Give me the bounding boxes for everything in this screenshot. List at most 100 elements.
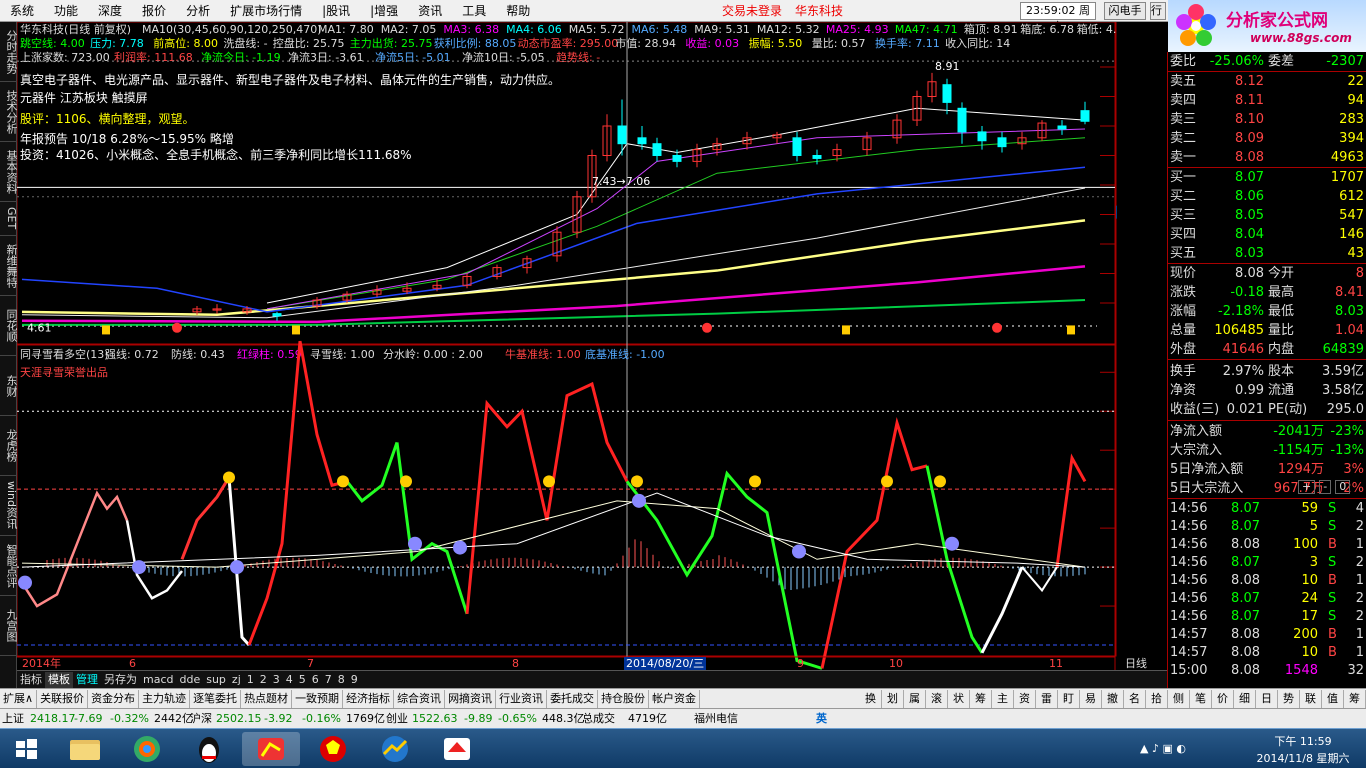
bottom-button-5[interactable]: 热点题材 <box>241 689 293 708</box>
bottom-icon-0[interactable]: 换 <box>860 689 882 708</box>
menu-item-3[interactable]: 报价 <box>132 0 176 22</box>
ticker-item-5: 沪深 <box>190 712 212 725</box>
bottom-icon-1[interactable]: 划 <box>882 689 904 708</box>
flash-trade-button[interactable]: 闪电手 <box>1104 2 1146 20</box>
indicator-tab-4[interactable]: macd <box>140 672 177 688</box>
tray-time[interactable]: 下午 11:59 <box>1240 733 1366 749</box>
bottom-icon-8[interactable]: 雷 <box>1036 689 1058 708</box>
indicator-tab-14[interactable]: 7 <box>322 672 335 688</box>
menu-item-7[interactable]: |增强 <box>360 0 408 22</box>
menu-item-2[interactable]: 深度 <box>88 0 132 22</box>
left-tab-1[interactable]: 技术分析 <box>0 82 17 142</box>
indicator-tab-10[interactable]: 3 <box>270 672 283 688</box>
left-tab-0[interactable]: 分时走势 <box>0 22 17 82</box>
panel-tab-7[interactable]: 筹 <box>1344 689 1366 708</box>
left-tab-3[interactable]: GET <box>0 202 17 236</box>
menu-item-1[interactable]: 功能 <box>44 0 88 22</box>
tick-nav-2[interactable]: 0 <box>1335 480 1351 494</box>
menu-item-8[interactable]: 资讯 <box>408 0 452 22</box>
tray-date[interactable]: 2014/11/8 星期六 <box>1240 750 1366 766</box>
left-tab-7[interactable]: 龙虎榜 <box>0 416 17 476</box>
bottom-button-6[interactable]: 一致预期 <box>292 689 344 708</box>
bottom-button-10[interactable]: 行业资讯 <box>496 689 548 708</box>
taskbar-qq[interactable] <box>180 732 238 766</box>
indicator-tab-8[interactable]: 1 <box>244 672 257 688</box>
bottom-button-9[interactable]: 网摘资讯 <box>445 689 497 708</box>
bottom-button-0[interactable]: 扩展∧ <box>0 689 38 708</box>
left-tab-5[interactable]: 同花顺 <box>0 296 17 356</box>
menu-item-5[interactable]: 扩展市场行情 <box>220 0 312 22</box>
bottom-icon-13[interactable]: 拾 <box>1146 689 1168 708</box>
tray-icons[interactable]: ▲ ♪ ▣ ◐ <box>1140 742 1186 755</box>
bottom-button-4[interactable]: 逐笔委托 <box>190 689 242 708</box>
indicator-tab-12[interactable]: 5 <box>296 672 309 688</box>
bottom-icon-7[interactable]: 资 <box>1014 689 1036 708</box>
taskbar-media[interactable] <box>118 732 176 766</box>
bottom-button-2[interactable]: 资金分布 <box>88 689 140 708</box>
login-status[interactable]: 交易未登录 <box>722 0 782 22</box>
menu-item-10[interactable]: 帮助 <box>496 0 540 22</box>
taskbar-stock-app[interactable] <box>242 732 300 766</box>
indicator-tab-13[interactable]: 6 <box>309 672 322 688</box>
panel-tab-3[interactable]: 日 <box>1256 689 1278 708</box>
bottom-icon-12[interactable]: 名 <box>1124 689 1146 708</box>
indicator-tab-5[interactable]: dde <box>177 672 204 688</box>
menu-item-0[interactable]: 系统 <box>0 0 44 22</box>
tick-nav-0[interactable]: + <box>1298 480 1316 494</box>
taskbar-red-app[interactable] <box>304 732 362 766</box>
left-tab-8[interactable]: wind资讯 <box>0 476 17 536</box>
taskbar-trade-app[interactable] <box>366 732 424 766</box>
row-button[interactable]: 行 <box>1150 2 1166 20</box>
bottom-button-12[interactable]: 持仓股份 <box>598 689 650 708</box>
panel-tab-2[interactable]: 细 <box>1234 689 1256 708</box>
left-tab-2[interactable]: 基本资料 <box>0 142 17 202</box>
indicator-tab-6[interactable]: sup <box>203 672 229 688</box>
bottom-button-3[interactable]: 主力轨迹 <box>139 689 191 708</box>
period-label[interactable]: 日线 <box>1125 655 1147 671</box>
panel-tab-1[interactable]: 价 <box>1212 689 1234 708</box>
bottom-icon-2[interactable]: 属 <box>904 689 926 708</box>
hand-icon-3 <box>1067 325 1075 335</box>
signal-dot-0 <box>172 322 182 333</box>
tick-nav-1[interactable]: - <box>1319 480 1332 494</box>
panel-tab-6[interactable]: 值 <box>1322 689 1344 708</box>
start-button[interactable] <box>4 732 48 766</box>
bottom-icon-11[interactable]: 撤 <box>1102 689 1124 708</box>
indicator-tab-16[interactable]: 9 <box>348 672 361 688</box>
chart-area[interactable]: 华东科技(日线 前复权) MA10(30,45,60,90,120,250,470… <box>16 21 1166 670</box>
indicator-tab-9[interactable]: 2 <box>257 672 270 688</box>
ticker-item-17[interactable]: 福州电信 <box>694 709 738 728</box>
panel-tab-5[interactable]: 联 <box>1300 689 1322 708</box>
left-tab-10[interactable]: 九宫图 <box>0 596 17 656</box>
bottom-icon-3[interactable]: 滚 <box>926 689 948 708</box>
menu-item-4[interactable]: 分析 <box>176 0 220 22</box>
panel-tab-4[interactable]: 势 <box>1278 689 1300 708</box>
taskbar-doc-app[interactable] <box>428 732 486 766</box>
bottom-icon-5[interactable]: 筹 <box>970 689 992 708</box>
bottom-button-11[interactable]: 委托成交 <box>547 689 599 708</box>
bottom-icon-9[interactable]: 盯 <box>1058 689 1080 708</box>
menu-item-6[interactable]: |股讯 <box>312 0 360 22</box>
bottom-icon-10[interactable]: 易 <box>1080 689 1102 708</box>
indicator-tab-15[interactable]: 8 <box>335 672 348 688</box>
indicator-tab-7[interactable]: zj <box>229 672 244 688</box>
indicator-tab-0[interactable]: 指标 <box>17 672 45 688</box>
bottom-button-8[interactable]: 综合资讯 <box>394 689 446 708</box>
bottom-button-13[interactable]: 帐户资金 <box>649 689 701 708</box>
taskbar-explorer[interactable] <box>56 732 114 766</box>
left-tab-9[interactable]: 智能点评 <box>0 536 17 596</box>
left-tab-4[interactable]: 新维舞特 <box>0 236 17 296</box>
indicator-tab-3[interactable]: 另存为 <box>101 672 140 688</box>
indicator-tab-11[interactable]: 4 <box>283 672 296 688</box>
bottom-icon-14[interactable]: 侧 <box>1168 689 1190 708</box>
panel-tab-0[interactable]: 笔 <box>1190 689 1212 708</box>
indicator-tab-1[interactable]: 模板 <box>45 671 73 688</box>
bottom-button-1[interactable]: 关联报价 <box>37 689 89 708</box>
bottom-button-7[interactable]: 经济指标 <box>343 689 395 708</box>
bottom-icon-4[interactable]: 状 <box>948 689 970 708</box>
bottom-icon-6[interactable]: 主 <box>992 689 1014 708</box>
tick-price: 8.07 <box>1231 609 1260 624</box>
menu-item-9[interactable]: 工具 <box>452 0 496 22</box>
left-tab-6[interactable]: 东财 <box>0 356 17 416</box>
indicator-tab-2[interactable]: 管理 <box>73 672 101 688</box>
